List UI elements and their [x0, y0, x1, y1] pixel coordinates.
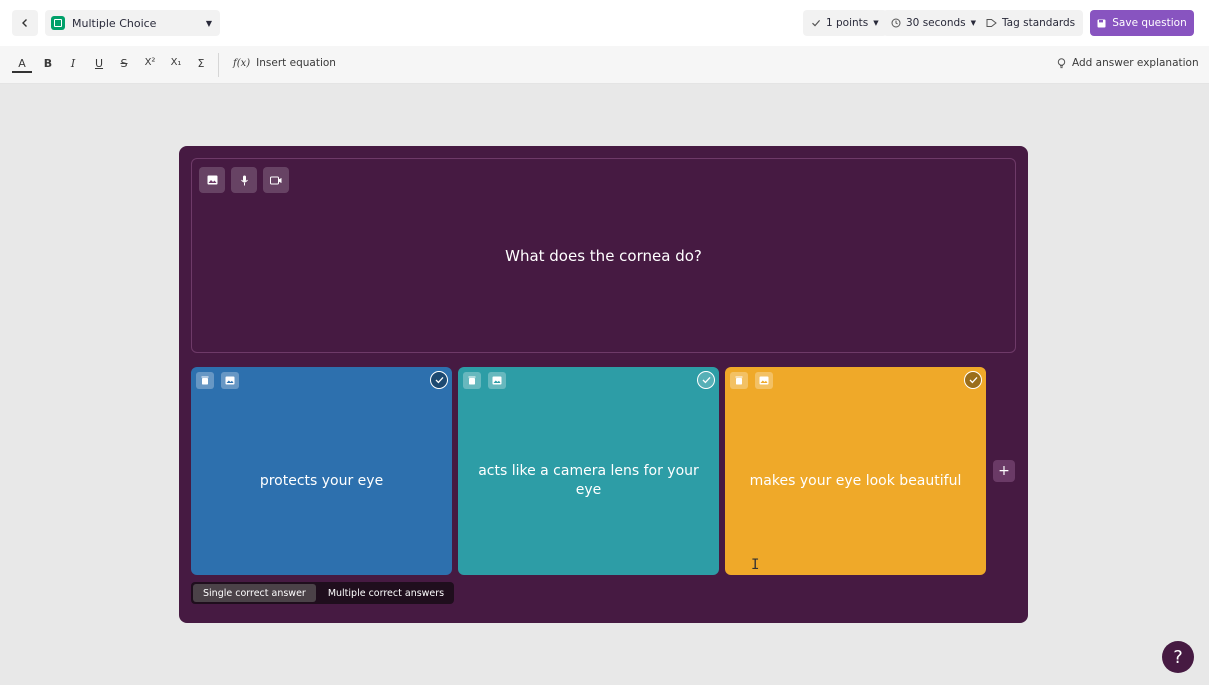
answer-option-2[interactable]: acts like a camera lens for your eye [458, 367, 719, 575]
insert-equation-button[interactable]: f(x) Insert equation [233, 57, 336, 69]
tag-standards-button[interactable]: Tag standards [978, 10, 1084, 36]
option-text[interactable]: protects your eye [201, 367, 442, 575]
save-question-label: Save question [1112, 17, 1187, 29]
caret-down-icon: ▼ [205, 18, 212, 28]
image-icon [207, 175, 217, 185]
insert-equation-label: Insert equation [256, 57, 336, 69]
answer-mode-toggle: Single correct answer Multiple correct a… [191, 582, 455, 604]
add-audio-button[interactable] [231, 167, 257, 193]
underline-button[interactable]: U [89, 57, 109, 73]
single-correct-answer-button[interactable]: Single correct answer [193, 584, 316, 602]
text-color-button[interactable]: A [12, 57, 32, 73]
function-icon: f(x) [233, 57, 251, 69]
question-input-area[interactable]: What does the cornea do? [191, 158, 1016, 353]
add-image-button[interactable] [199, 167, 225, 193]
add-option-button[interactable]: + [993, 460, 1015, 482]
bold-button[interactable]: B [38, 57, 58, 73]
video-icon [270, 176, 282, 184]
caret-down-icon: ▼ [873, 19, 879, 27]
save-icon [1097, 19, 1106, 27]
question-text[interactable]: What does the cornea do? [192, 159, 1015, 352]
mic-icon [240, 175, 248, 185]
chevron-left-icon [22, 19, 27, 27]
caret-down-icon: ▼ [970, 19, 977, 27]
answer-option-1[interactable]: protects your eye [191, 367, 452, 575]
back-button[interactable] [12, 10, 38, 36]
checkbox-icon [51, 16, 65, 30]
time-select[interactable]: 30 seconds ▼ [883, 10, 985, 36]
help-button[interactable]: ? [1162, 641, 1194, 673]
top-bar: Multiple Choice ▼ 1 points ▼ 30 seconds … [0, 0, 1209, 46]
option-text[interactable]: acts like a camera lens for your eye [468, 367, 709, 575]
plus-icon: + [998, 463, 1010, 479]
text-cursor-icon: I [751, 557, 760, 573]
strikethrough-button[interactable]: S [114, 57, 134, 73]
save-question-button[interactable]: Save question [1090, 10, 1194, 36]
answer-option-3[interactable]: makes your eye look beautiful [725, 367, 986, 575]
tag-icon [986, 19, 997, 27]
option-text[interactable]: makes your eye look beautiful [735, 367, 976, 575]
add-video-button[interactable] [263, 167, 289, 193]
answer-explanation-label: Add answer explanation [1072, 57, 1199, 69]
italic-button[interactable]: I [63, 57, 83, 73]
lightbulb-icon [1057, 57, 1066, 68]
points-select[interactable]: 1 points ▼ [803, 10, 887, 36]
clock-icon [891, 18, 901, 28]
question-editor: What does the cornea do? protects your e… [179, 146, 1028, 623]
formatting-toolbar: A B I U S X² X₁ Σ f(x) Insert equation A… [0, 46, 1209, 84]
subscript-button[interactable]: X₁ [166, 57, 186, 73]
time-label: 30 seconds [906, 17, 966, 29]
toolbar-divider [218, 53, 219, 77]
check-icon [812, 20, 821, 27]
question-type-select[interactable]: Multiple Choice ▼ [45, 10, 220, 36]
points-label: 1 points [826, 17, 869, 29]
symbol-button[interactable]: Σ [191, 57, 211, 73]
question-type-label: Multiple Choice [72, 16, 157, 30]
tag-standards-label: Tag standards [1002, 17, 1076, 29]
add-answer-explanation-button[interactable]: Add answer explanation [1057, 57, 1199, 69]
multiple-correct-answers-button[interactable]: Multiple correct answers [318, 582, 454, 604]
help-icon: ? [1173, 646, 1183, 668]
superscript-button[interactable]: X² [140, 57, 160, 73]
